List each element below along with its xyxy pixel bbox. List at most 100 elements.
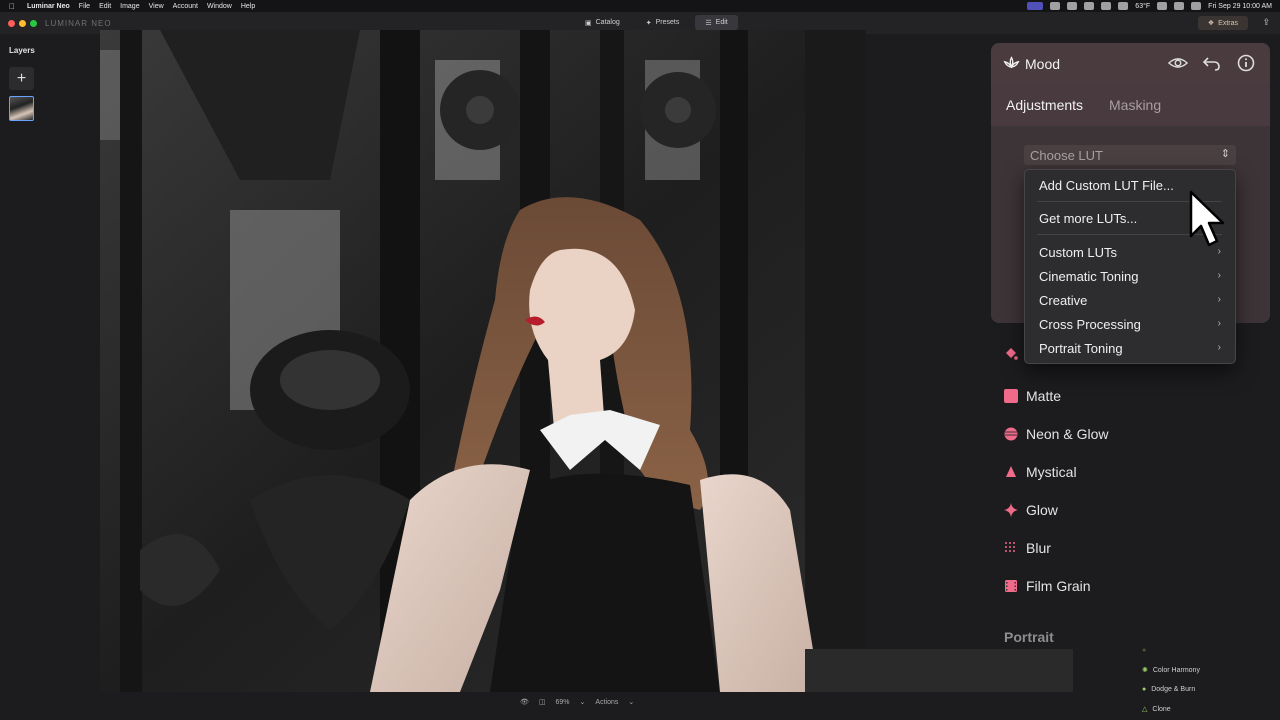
compare-icon[interactable]: ◫ — [539, 698, 546, 706]
tool-partial-hidden[interactable] — [1004, 347, 1018, 361]
mystical-icon — [1006, 466, 1016, 477]
screen-record-icon[interactable] — [1027, 2, 1044, 10]
photo-canvas[interactable] — [100, 30, 866, 692]
chevron-down-icon[interactable]: ⌄ — [580, 698, 586, 706]
menu-window[interactable]: Window — [207, 3, 232, 10]
mood-lotus-icon — [1003, 56, 1020, 69]
list-item[interactable]: ● — [1142, 641, 1200, 661]
tab-presets[interactable]: ✦ Presets — [636, 15, 690, 30]
tool-mystical-label: Mystical — [1026, 464, 1077, 480]
menu-item-creative[interactable]: Creative — [1039, 293, 1087, 308]
music-icon[interactable] — [1084, 2, 1095, 10]
chevron-right-icon: › — [1217, 270, 1221, 281]
add-layer-button[interactable]: + — [9, 67, 34, 90]
tool-matte-label: Matte — [1026, 388, 1062, 404]
camera-icon[interactable] — [1050, 2, 1061, 10]
extras-button[interactable]: ❖ Extras — [1197, 16, 1248, 30]
tool-matte[interactable]: Matte — [1004, 388, 1061, 404]
choose-lut-select[interactable]: Choose LUT ⇕ — [1024, 145, 1236, 165]
tab-edit-label: Edit — [715, 19, 728, 26]
menu-item-get-more-luts[interactable]: Get more LUTs... — [1039, 211, 1137, 226]
wifi-icon[interactable] — [1174, 2, 1185, 10]
visibility-eye-icon[interactable] — [1168, 54, 1188, 72]
menu-view[interactable]: View — [149, 3, 164, 10]
search-icon[interactable] — [1191, 2, 1202, 10]
apple-menu-icon[interactable]:  — [9, 2, 19, 11]
control-center-icon[interactable] — [1157, 2, 1168, 10]
tab-catalog-label: Catalog — [595, 19, 620, 26]
menu-item-cinematic-toning[interactable]: Cinematic Toning — [1039, 269, 1138, 284]
mood-title: Mood — [1025, 56, 1061, 72]
clock-text: Fri Sep 29 10:00 AM — [1208, 2, 1272, 10]
color-bucket-icon — [1006, 348, 1018, 360]
photo-image — [100, 30, 866, 692]
preview-eye-icon[interactable]: 👁 — [520, 698, 529, 706]
menu-item-add-custom-lut[interactable]: Add Custom LUT File... — [1039, 178, 1174, 193]
menu-bar:  Luminar Neo File Edit Image View Accou… — [0, 0, 1280, 12]
tab-adjustments[interactable]: Adjustments — [1006, 97, 1083, 113]
actions-button[interactable]: Actions — [595, 699, 618, 706]
tool-film-grain-label: Film Grain — [1026, 578, 1091, 594]
chevron-right-icon: › — [1217, 294, 1221, 305]
menu-help[interactable]: Help — [241, 3, 255, 10]
tool-clone[interactable]: △ Clone — [1142, 700, 1200, 720]
close-window-icon[interactable] — [8, 19, 15, 27]
neon-glow-icon — [1004, 427, 1018, 441]
catalog-icon: ▣ — [585, 19, 592, 27]
edit-icon: ☰ — [705, 19, 712, 27]
menu-account[interactable]: Account — [173, 3, 198, 10]
weather-text: 63°F — [1135, 2, 1151, 10]
zoom-level[interactable]: 69% — [556, 699, 570, 706]
cloud-icon[interactable] — [1118, 2, 1129, 10]
chevron-down-icon[interactable]: ⌄ — [628, 698, 634, 706]
tab-masking[interactable]: Masking — [1109, 97, 1161, 113]
minimize-window-icon[interactable] — [19, 19, 26, 27]
menu-item-custom-luts[interactable]: Custom LUTs — [1039, 245, 1117, 260]
dropbox-icon[interactable] — [1101, 2, 1112, 10]
tool-clone-label: Clone — [1152, 705, 1171, 713]
choose-lut-label: Choose LUT — [1030, 148, 1103, 163]
tab-edit[interactable]: ☰ Edit — [695, 15, 738, 30]
tool-icon: ● — [1142, 647, 1147, 655]
mood-header-actions — [1168, 54, 1256, 72]
bottom-toolbar: 👁 ◫ 69% ⌄ Actions ⌄ — [520, 698, 634, 707]
mouse-cursor-icon — [1189, 190, 1225, 247]
status-icon[interactable] — [1067, 2, 1078, 10]
undo-icon[interactable] — [1202, 54, 1222, 72]
tab-presets-label: Presets — [655, 19, 680, 26]
tool-film-grain[interactable]: Film Grain — [1004, 578, 1091, 594]
portrait-tools-list: ● ✺ Color Harmony ● Dodge & Burn △ Clone — [1142, 641, 1200, 719]
tool-neon-glow[interactable]: Neon & Glow — [1004, 426, 1108, 442]
menu-image[interactable]: Image — [120, 3, 139, 10]
layer-thumbnail[interactable] — [9, 96, 34, 121]
zoom-window-icon[interactable] — [30, 19, 37, 27]
menu-item-portrait-toning[interactable]: Portrait Toning — [1039, 341, 1123, 356]
tool-blur[interactable]: Blur — [1004, 540, 1051, 556]
photo-canvas-extension — [805, 649, 1073, 692]
menu-file[interactable]: File — [79, 3, 90, 10]
share-icon[interactable]: ⇪ — [1262, 17, 1270, 28]
tool-neon-glow-label: Neon & Glow — [1026, 426, 1109, 442]
film-grain-icon — [1005, 580, 1017, 592]
blur-icon — [1005, 542, 1015, 552]
app-menu[interactable]: Luminar Neo — [27, 3, 70, 10]
chevron-right-icon: › — [1217, 318, 1221, 329]
info-icon[interactable] — [1236, 54, 1256, 72]
tool-dodge-burn[interactable]: ● Dodge & Burn — [1142, 680, 1200, 700]
tool-color-harmony[interactable]: ✺ Color Harmony — [1142, 661, 1200, 681]
tool-mystical[interactable]: Mystical — [1004, 464, 1077, 480]
menu-item-cross-processing[interactable]: Cross Processing — [1039, 317, 1141, 332]
mood-tabs: Adjustments Masking — [991, 83, 1270, 126]
mood-panel-header: Mood — [991, 43, 1270, 83]
menu-edit[interactable]: Edit — [99, 3, 111, 10]
color-harmony-icon: ✺ — [1142, 667, 1148, 675]
matte-icon — [1004, 389, 1018, 403]
tab-catalog[interactable]: ▣ Catalog — [575, 15, 630, 30]
portrait-section-title: Portrait — [1004, 629, 1054, 645]
dodge-burn-icon: ● — [1142, 686, 1147, 694]
tool-blur-label: Blur — [1026, 540, 1051, 556]
tool-glow[interactable]: Glow — [1004, 502, 1058, 518]
tool-dodge-burn-label: Dodge & Burn — [1151, 686, 1196, 694]
up-down-chevron-icon: ⇕ — [1220, 148, 1230, 160]
layers-title: Layers — [9, 46, 35, 55]
